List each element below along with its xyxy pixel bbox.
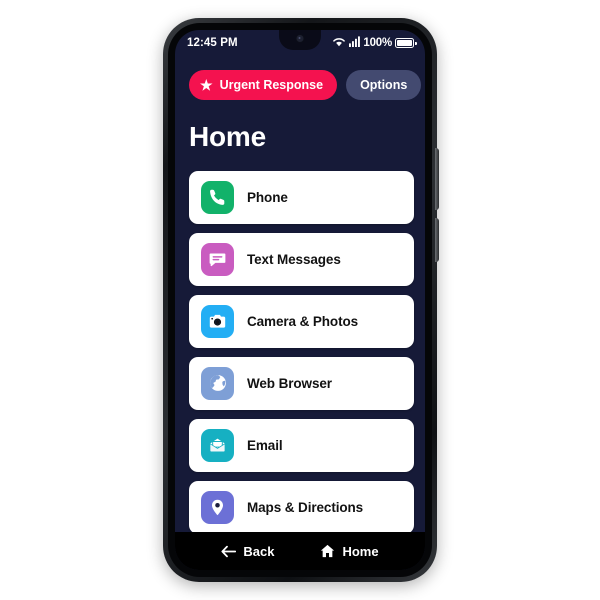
- menu-item-phone[interactable]: Phone: [189, 170, 414, 224]
- menu-item-camera-photos[interactable]: Camera & Photos: [189, 294, 414, 348]
- globe-icon: [201, 366, 234, 400]
- phone-handset-icon: [201, 180, 234, 214]
- notch: [279, 30, 321, 50]
- camera-icon: [201, 304, 234, 338]
- chat-bubble-icon: [201, 242, 234, 276]
- menu-item-text-messages[interactable]: Text Messages: [189, 232, 414, 286]
- menu-item-label: Email: [247, 437, 283, 453]
- menu-list: Phone Text Messages Camera & Photos Web …: [175, 153, 425, 534]
- options-button[interactable]: Options: [346, 70, 422, 100]
- arrow-left-icon: [221, 545, 237, 558]
- map-pin-icon: [201, 490, 234, 524]
- back-label: Back: [243, 543, 275, 559]
- cellular-signal-icon: [349, 36, 361, 50]
- page-title: Home: [189, 121, 266, 152]
- status-time: 12:45 PM: [187, 37, 238, 49]
- menu-item-label: Text Messages: [247, 251, 341, 267]
- home-button[interactable]: Home: [314, 543, 384, 560]
- envelope-icon: [201, 428, 234, 462]
- menu-item-email[interactable]: Email: [189, 418, 414, 472]
- menu-item-label: Web Browser: [247, 375, 332, 391]
- phone-device-frame: 12:45 PM 100% ★ Urgent Response Options …: [163, 18, 439, 582]
- wifi-icon: [332, 36, 346, 50]
- house-icon: [320, 544, 335, 558]
- phone-screen: 12:45 PM 100% ★ Urgent Response Options …: [175, 30, 425, 570]
- menu-item-label: Phone: [247, 189, 288, 205]
- menu-item-web-browser[interactable]: Web Browser: [189, 356, 414, 410]
- volume-button[interactable]: [435, 218, 439, 262]
- front-camera-icon: [295, 34, 305, 43]
- home-label: Home: [342, 543, 379, 559]
- top-action-row: ★ Urgent Response Options: [175, 56, 425, 100]
- battery-percent-label: 100%: [363, 37, 392, 49]
- menu-item-label: Camera & Photos: [247, 313, 359, 329]
- screenshot-stage: 12:45 PM 100% ★ Urgent Response Options …: [0, 0, 600, 600]
- status-indicators: 100%: [332, 36, 417, 50]
- options-label: Options: [360, 78, 408, 92]
- menu-item-maps-directions[interactable]: Maps & Directions: [189, 480, 414, 534]
- urgent-response-button[interactable]: ★ Urgent Response: [189, 70, 338, 100]
- menu-item-label: Maps & Directions: [247, 499, 364, 515]
- bottom-navigation-bar: Back Home: [175, 532, 425, 570]
- star-icon: ★: [200, 77, 213, 93]
- urgent-response-label: Urgent Response: [219, 78, 324, 92]
- battery-full-icon: [395, 38, 417, 48]
- power-button[interactable]: [435, 148, 439, 210]
- back-button[interactable]: Back: [215, 543, 280, 560]
